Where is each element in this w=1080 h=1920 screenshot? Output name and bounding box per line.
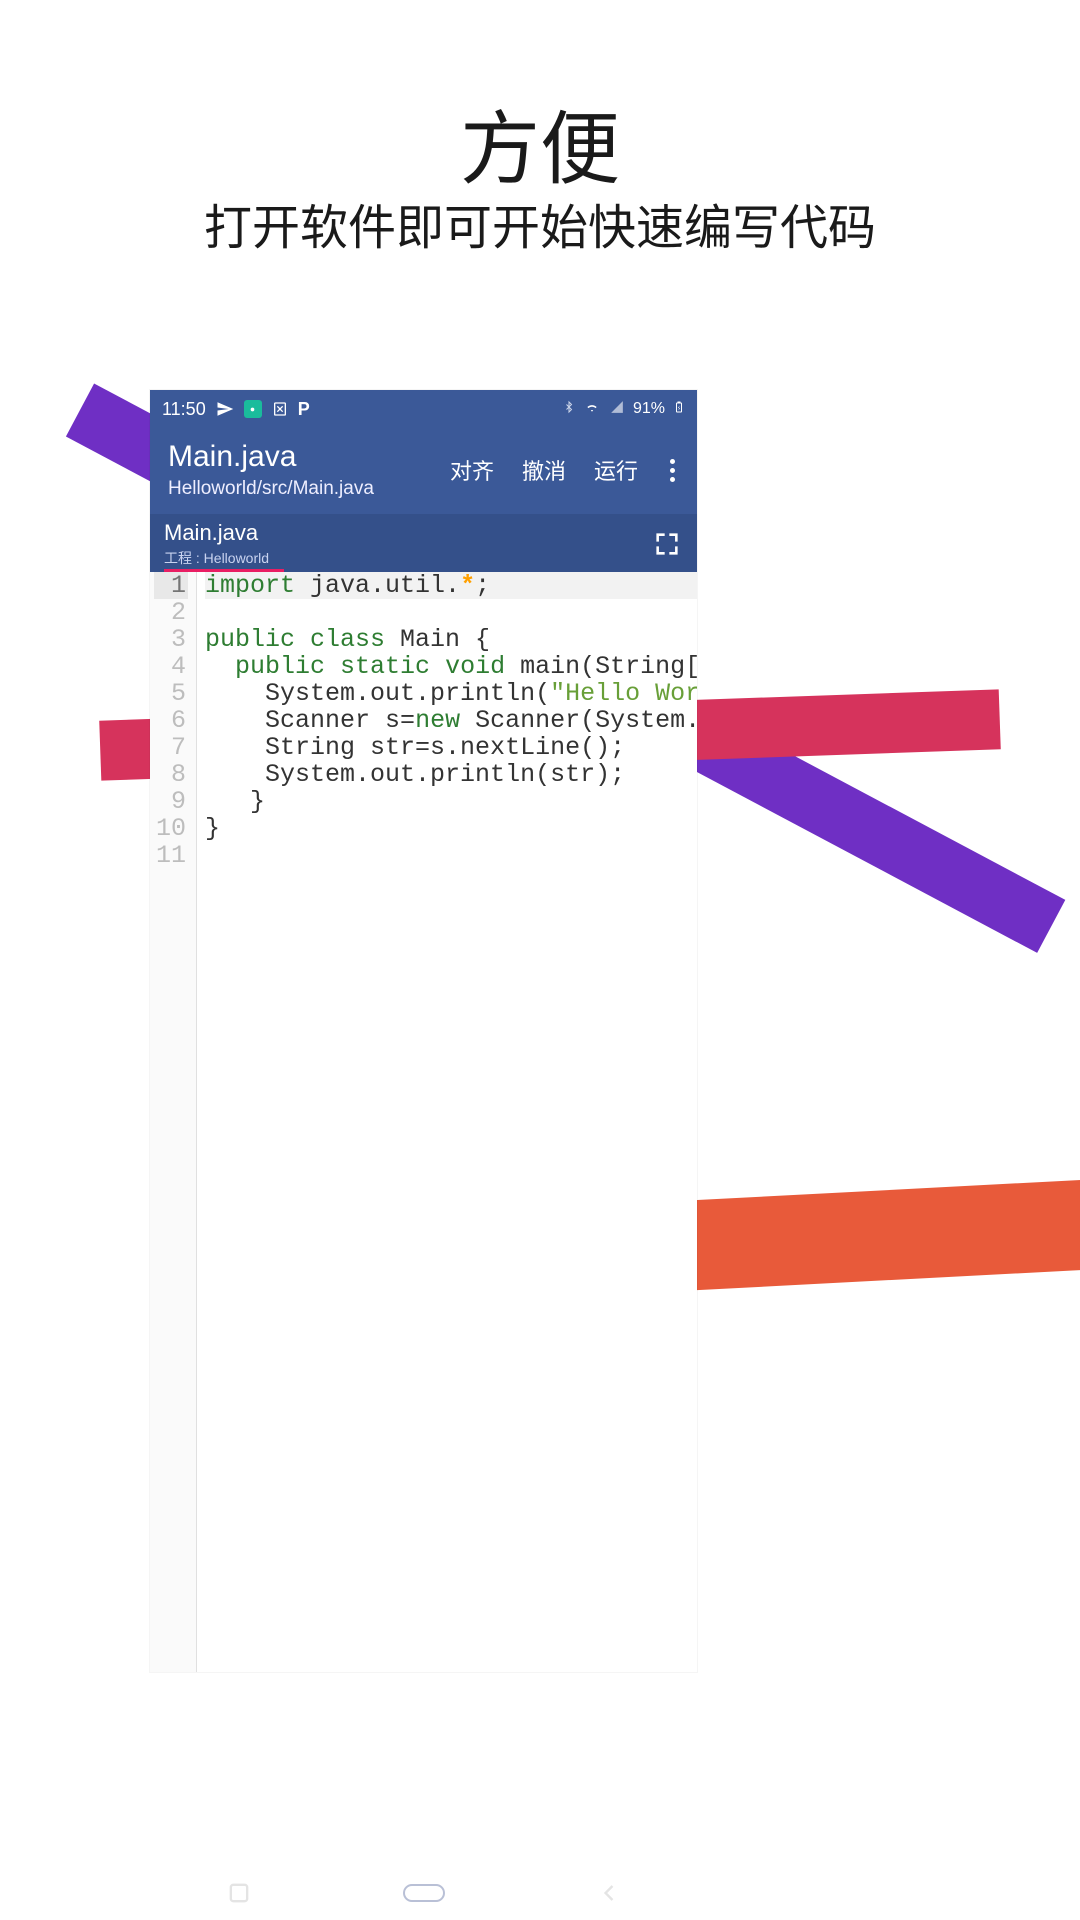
more-menu-button[interactable] bbox=[666, 459, 679, 482]
tab-indicator bbox=[164, 569, 284, 572]
run-button[interactable]: 运行 bbox=[594, 454, 638, 486]
signal-icon bbox=[609, 400, 625, 419]
promo-subheadline: 打开软件即可开始快速编写代码 bbox=[0, 188, 1080, 258]
tab-project-label: 工程 : Helloworld bbox=[164, 548, 269, 568]
recent-apps-button[interactable] bbox=[225, 1879, 253, 1912]
letter-p-icon: P bbox=[298, 399, 310, 420]
send-icon bbox=[216, 400, 234, 418]
fullscreen-button[interactable] bbox=[651, 528, 683, 560]
active-tab[interactable]: Main.java 工程 : Helloworld bbox=[164, 520, 269, 568]
decorative-stripe-orange bbox=[678, 1179, 1080, 1291]
home-button[interactable] bbox=[402, 1879, 446, 1912]
back-button[interactable] bbox=[595, 1879, 623, 1912]
wifi-icon bbox=[583, 400, 601, 419]
bluetooth-icon bbox=[563, 399, 575, 420]
align-button[interactable]: 对齐 bbox=[450, 454, 494, 486]
file-icon bbox=[272, 401, 288, 417]
tab-filename: Main.java bbox=[164, 520, 269, 546]
undo-button[interactable]: 撤消 bbox=[522, 454, 566, 486]
app-toolbar: Main.java Helloworld/src/Main.java 对齐 撤消… bbox=[150, 428, 697, 514]
toolbar-subtitle: Helloworld/src/Main.java bbox=[168, 478, 450, 500]
status-time: 11:50 bbox=[162, 399, 206, 420]
battery-percent: 91% bbox=[633, 400, 665, 418]
toolbar-title: Main.java bbox=[168, 440, 450, 474]
camera-icon bbox=[244, 400, 262, 418]
promo-headline: 方便 bbox=[0, 85, 1080, 201]
android-nav-bar bbox=[150, 1870, 697, 1920]
code-editor[interactable]: 1234567891011 import java.util.*; public… bbox=[150, 572, 697, 1672]
android-status-bar: 11:50 P 91% bbox=[150, 390, 697, 428]
editor-tab-bar: Main.java 工程 : Helloworld bbox=[150, 514, 697, 572]
phone-screenshot: 11:50 P 91% bbox=[150, 390, 697, 1672]
code-content[interactable]: import java.util.*; public class Main { … bbox=[197, 572, 697, 1672]
line-number-gutter: 1234567891011 bbox=[150, 572, 197, 1672]
battery-icon bbox=[673, 398, 685, 421]
